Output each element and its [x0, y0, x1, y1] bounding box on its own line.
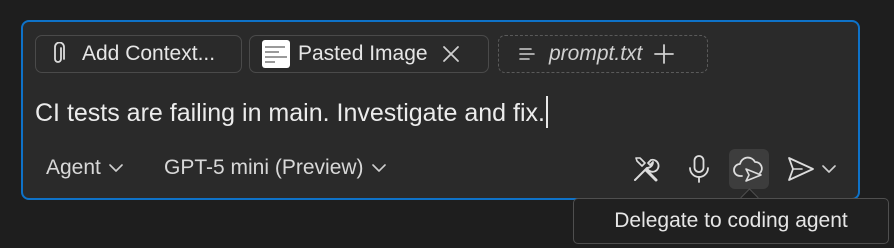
- tools-icon: [634, 157, 660, 182]
- statusbar-edge: [0, 244, 894, 248]
- send-button[interactable]: [782, 149, 846, 189]
- pasted-image-label: Pasted Image: [298, 42, 428, 65]
- microphone-icon: [689, 155, 709, 183]
- file-lines-icon: [519, 48, 535, 60]
- chat-input-screen: Add Context... Pasted Image prompt.txt C…: [0, 0, 894, 248]
- prompt-input-text: CI tests are failing in main. Investigat…: [35, 99, 545, 127]
- text-caret: [545, 96, 548, 128]
- paperclip-icon: [54, 42, 65, 63]
- model-dropdown[interactable]: GPT-5 mini (Preview): [164, 156, 386, 180]
- pasted-image-chip[interactable]: Pasted Image: [249, 35, 489, 73]
- prompt-file-label: prompt.txt: [549, 42, 643, 65]
- close-icon[interactable]: [442, 45, 460, 63]
- prompt-file-chip[interactable]: prompt.txt: [498, 35, 708, 73]
- prompt-input[interactable]: CI tests are failing in main. Investigat…: [35, 96, 548, 128]
- delegate-tooltip: Delegate to coding agent: [573, 198, 889, 244]
- cloud-delegate-icon: [733, 156, 763, 182]
- add-context-label: Add Context...: [82, 42, 216, 65]
- pasted-image-thumbnail: [262, 40, 290, 68]
- chevron-down-icon[interactable]: [822, 164, 836, 174]
- model-dropdown-label: GPT-5 mini (Preview): [164, 156, 364, 179]
- chevron-down-icon: [109, 164, 123, 172]
- voice-input-button[interactable]: [679, 149, 719, 189]
- plus-icon[interactable]: [654, 44, 675, 64]
- delegate-to-coding-agent-button[interactable]: [729, 149, 769, 189]
- mode-dropdown-label: Agent: [46, 156, 101, 179]
- chevron-down-icon: [371, 164, 386, 172]
- tooltip-text: Delegate to coding agent: [614, 209, 848, 232]
- add-context-button[interactable]: Add Context...: [35, 35, 242, 73]
- configure-tools-button[interactable]: [626, 149, 666, 189]
- send-icon: [788, 157, 814, 181]
- chat-input-panel[interactable]: Add Context... Pasted Image prompt.txt C…: [21, 20, 860, 200]
- mode-dropdown[interactable]: Agent: [46, 156, 123, 180]
